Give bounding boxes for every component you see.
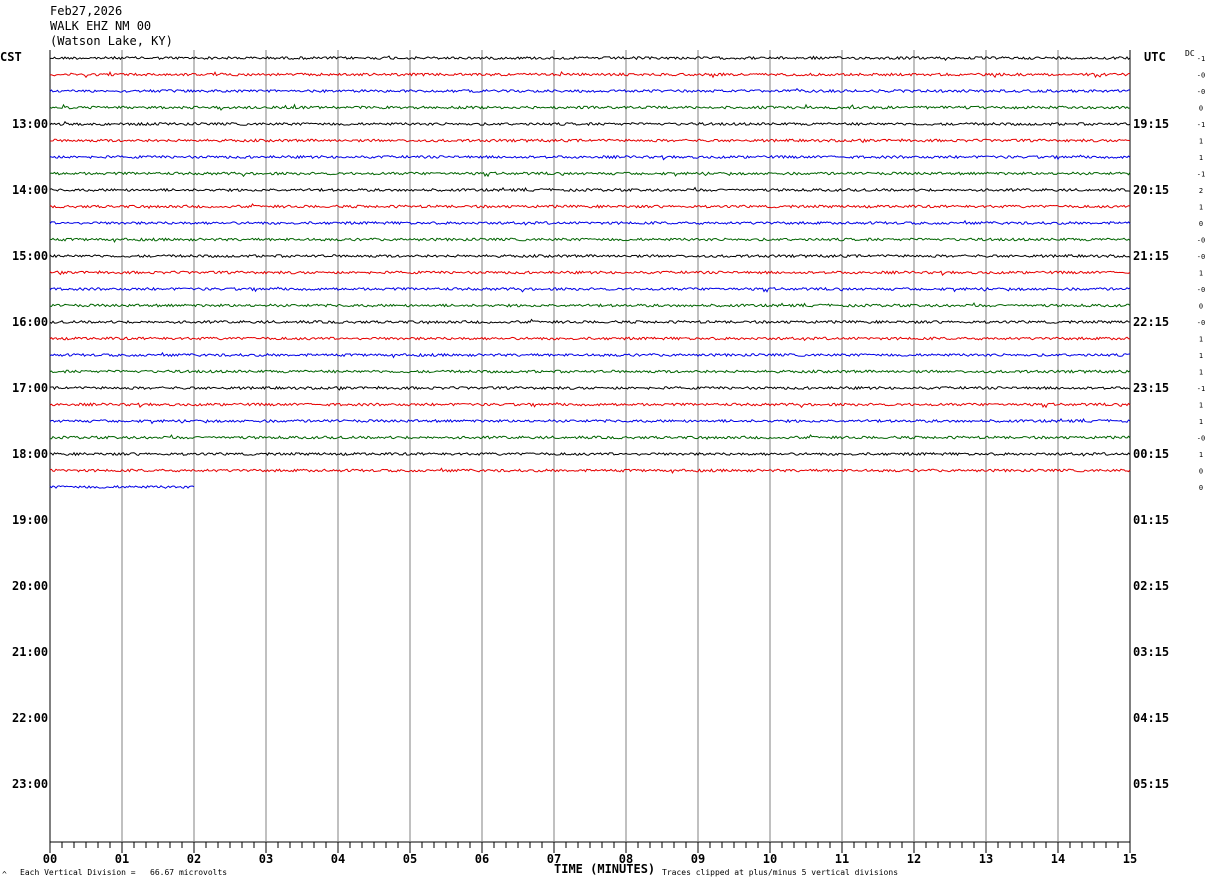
x-tick-label: 03 — [259, 852, 273, 866]
x-tick-label: 10 — [763, 852, 777, 866]
right-hour-label: 23:15 — [1133, 381, 1169, 395]
x-tick-label: 14 — [1051, 852, 1065, 866]
right-hour-label: 01:15 — [1133, 513, 1169, 527]
trace-line — [49, 103, 1131, 111]
dc-offset-value: 1 — [1199, 451, 1203, 459]
trace-line — [49, 318, 1131, 325]
trace-line — [49, 385, 1131, 391]
trace-line — [49, 418, 1131, 425]
dc-offset-value: -0 — [1197, 286, 1205, 294]
dc-offset-value: 1 — [1199, 204, 1203, 212]
dc-offset-value: -0 — [1197, 253, 1205, 261]
right-hour-label: 00:15 — [1133, 447, 1169, 461]
x-tick-label: 13 — [979, 852, 993, 866]
left-hour-label: 15:00 — [12, 249, 48, 263]
left-hour-label: 14:00 — [12, 183, 48, 197]
right-hour-label: 22:15 — [1133, 315, 1169, 329]
dc-offset-value: 2 — [1199, 187, 1203, 195]
dc-offset-value: 0 — [1199, 220, 1203, 228]
trace-line — [49, 270, 1131, 276]
x-tick-label: 05 — [403, 852, 417, 866]
right-hour-label: 02:15 — [1133, 579, 1169, 593]
trace-line — [49, 434, 1131, 441]
x-tick-label: 01 — [115, 852, 129, 866]
left-hour-label: 18:00 — [12, 447, 48, 461]
dc-offset-value: 0 — [1199, 303, 1203, 311]
trace-line — [49, 138, 1131, 144]
dc-offset-value: 1 — [1199, 138, 1203, 146]
dc-offset-value: -0 — [1197, 88, 1205, 96]
trace-line — [49, 71, 1131, 79]
trace-line — [49, 154, 1131, 161]
dc-offset-value: -0 — [1197, 319, 1205, 327]
trace-line — [49, 467, 1131, 475]
dc-offset-value: -1 — [1197, 55, 1205, 63]
x-tick-label: 04 — [331, 852, 345, 866]
dc-offset-value: 1 — [1199, 154, 1203, 162]
trace-line — [49, 87, 1131, 94]
trace-line — [49, 369, 1131, 374]
trace-line — [49, 451, 1131, 457]
trace-line — [49, 302, 1131, 308]
dc-offset-value: -1 — [1197, 385, 1205, 393]
x-tick-label: 02 — [187, 852, 201, 866]
x-tick-label: 09 — [691, 852, 705, 866]
trace-line — [49, 203, 1131, 210]
x-tick-label: 12 — [907, 852, 921, 866]
seismogram-plot: 00 01 02 03 04 05 06 07 08 09 10 11 12 13 14 1513:0014:… — [12, 50, 1205, 866]
dc-offset-value: -1 — [1197, 121, 1205, 129]
right-hour-label: 05:15 — [1133, 777, 1169, 791]
right-hour-label: 04:15 — [1133, 711, 1169, 725]
vertical-scale-note: Each Vertical Division = 66.67 microvolt… — [20, 868, 228, 877]
left-hour-label: 17:00 — [12, 381, 48, 395]
left-hour-label: 19:00 — [12, 513, 48, 527]
dc-offset-value: 1 — [1199, 352, 1203, 360]
clip-note: Traces clipped at plus/minus 5 vertical … — [662, 868, 899, 877]
left-hour-label: 22:00 — [12, 711, 48, 725]
dc-offset-value: 1 — [1199, 402, 1203, 410]
left-hour-label: 13:00 — [12, 117, 48, 131]
dc-offset-value: -0 — [1197, 237, 1205, 245]
dc-offset-value: -0 — [1197, 435, 1205, 443]
dc-offset-value: 1 — [1199, 270, 1203, 278]
footer-mark: ^ — [2, 870, 7, 879]
dc-offset-value: 1 — [1199, 418, 1203, 426]
trace-line — [49, 401, 1131, 409]
left-hour-label: 20:00 — [12, 579, 48, 593]
dc-offset-value: 1 — [1199, 336, 1203, 344]
trace-line — [49, 336, 1131, 342]
trace-line — [49, 253, 1131, 259]
dc-offset-value: 0 — [1199, 468, 1203, 476]
dc-offset-value: -0 — [1197, 72, 1205, 80]
left-hour-label: 16:00 — [12, 315, 48, 329]
x-tick-label: 06 — [475, 852, 489, 866]
dc-offset-value: 0 — [1199, 105, 1203, 113]
trace-line — [49, 351, 1131, 359]
trace-line — [49, 237, 1131, 244]
dc-offset-value: 0 — [1199, 484, 1203, 492]
right-hour-label: 20:15 — [1133, 183, 1169, 197]
left-hour-label: 23:00 — [12, 777, 48, 791]
trace-line — [49, 55, 1131, 62]
x-tick-label: 11 — [835, 852, 849, 866]
trace-line — [49, 219, 1131, 226]
trace-line — [49, 171, 1131, 178]
dc-offset-value: -1 — [1197, 171, 1205, 179]
trace-line — [49, 186, 1131, 193]
x-axis-title: TIME (MINUTES) — [554, 862, 656, 876]
x-tick-label: 15 — [1123, 852, 1137, 866]
right-hour-label: 03:15 — [1133, 645, 1169, 659]
trace-line — [49, 286, 1131, 293]
right-hour-label: 21:15 — [1133, 249, 1169, 263]
trace-line — [49, 120, 1131, 127]
left-hour-label: 21:00 — [12, 645, 48, 659]
x-tick-label: 00 — [43, 852, 57, 866]
dc-offset-value: 1 — [1199, 369, 1203, 377]
right-hour-label: 19:15 — [1133, 117, 1169, 131]
